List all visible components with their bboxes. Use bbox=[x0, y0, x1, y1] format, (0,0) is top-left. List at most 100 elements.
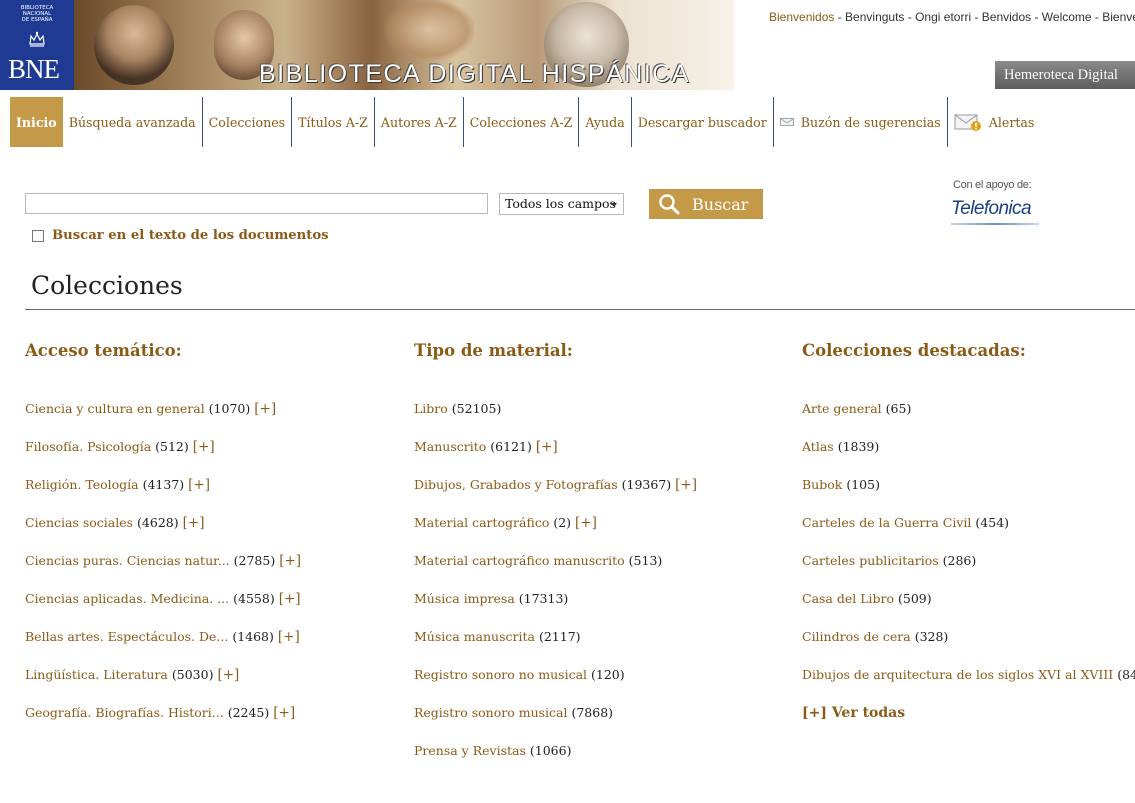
collection-link[interactable]: Filosofía. Psicología bbox=[25, 439, 151, 454]
collection-link[interactable]: Casa del Libro bbox=[802, 591, 894, 606]
alert-envelope-icon bbox=[954, 114, 981, 131]
nav-ayuda[interactable]: Ayuda bbox=[578, 97, 630, 147]
welcome-languages: Bienvenidos - Benvinguts - Ongi etorri -… bbox=[769, 10, 1135, 24]
collection-link[interactable]: Atlas bbox=[802, 439, 834, 454]
search-input[interactable] bbox=[25, 193, 488, 214]
column-colecciones-destacadas: Colecciones destacadas: Arte general (65… bbox=[802, 341, 1135, 721]
nav-autores-az[interactable]: Autores A-Z bbox=[373, 97, 463, 147]
nav-titulos-az[interactable]: Títulos A-Z bbox=[291, 97, 374, 147]
bne-logo[interactable]: BIBLIOTECA NACIONAL DE ESPAÑA BNE bbox=[0, 0, 74, 90]
welcome-first: Bienvenidos bbox=[769, 10, 835, 24]
nav-alertas[interactable]: Alertas bbox=[946, 97, 1041, 147]
search-button[interactable]: Buscar bbox=[649, 189, 763, 219]
item-count: (4628) bbox=[137, 515, 179, 530]
collection-link[interactable]: Material cartográfico bbox=[414, 515, 549, 530]
collection-link[interactable]: Prensa y Revistas bbox=[414, 743, 526, 758]
list-item: Música manuscrita (2117) bbox=[414, 629, 697, 667]
site-header: BIBLIOTECA NACIONAL DE ESPAÑA BNE BIBLIO… bbox=[0, 0, 1135, 92]
list-item: Registro sonoro no musical (120) bbox=[414, 667, 697, 705]
collection-link[interactable]: Cilindros de cera bbox=[802, 629, 911, 644]
item-count: (509) bbox=[898, 591, 932, 606]
collection-link[interactable]: Lingüística. Literatura bbox=[25, 667, 168, 682]
nav-label: Inicio bbox=[16, 114, 57, 130]
expand-link[interactable]: [+] bbox=[193, 439, 215, 455]
collection-link[interactable]: Registro sonoro musical bbox=[414, 705, 567, 720]
collection-link[interactable]: Carteles publicitarios bbox=[802, 553, 939, 568]
list-item: Carteles publicitarios (286) bbox=[802, 553, 1135, 591]
collection-link[interactable]: Dibujos de arquitectura de los siglos XV… bbox=[802, 667, 1113, 682]
column-acceso-tematico: Acceso temático: Ciencia y cultura en ge… bbox=[25, 341, 301, 721]
item-count: (848) bbox=[1117, 667, 1135, 682]
collection-link[interactable]: Material cartográfico manuscrito bbox=[414, 553, 625, 568]
collection-link[interactable]: Bubok bbox=[802, 477, 842, 492]
expand-link[interactable]: [+] bbox=[279, 591, 301, 607]
expand-link[interactable]: [+] bbox=[254, 401, 276, 417]
expand-link[interactable]: [+] bbox=[273, 705, 295, 721]
collection-link[interactable]: Ciencia y cultura en general bbox=[25, 401, 205, 416]
collection-link[interactable]: Carteles de la Guerra Civil bbox=[802, 515, 971, 530]
nav-buzon-sugerencias[interactable]: Buzón de sugerencias bbox=[772, 97, 947, 147]
nav-inicio[interactable]: Inicio bbox=[10, 97, 63, 147]
list-item: Lingüística. Literatura (5030) [+] bbox=[25, 667, 301, 705]
collection-link[interactable]: Música manuscrita bbox=[414, 629, 535, 644]
list-item: Arte general (65) bbox=[802, 401, 1135, 439]
list-item: Dibujos, Grabados y Fotografías (19367) … bbox=[414, 477, 697, 515]
nav-busqueda-avanzada[interactable]: Búsqueda avanzada bbox=[63, 97, 202, 147]
collection-link[interactable]: Ciencias puras. Ciencias natur... bbox=[25, 553, 230, 568]
collection-link[interactable]: Registro sonoro no musical bbox=[414, 667, 587, 682]
nav-colecciones[interactable]: Colecciones bbox=[201, 97, 291, 147]
item-count: (6121) bbox=[490, 439, 532, 454]
item-count: (1066) bbox=[529, 743, 572, 758]
logo-text: BNE bbox=[8, 54, 60, 84]
nav-label: Colecciones bbox=[208, 114, 286, 130]
nav-label: Ayuda bbox=[585, 114, 625, 130]
collection-link[interactable]: Bellas artes. Espectáculos. De... bbox=[25, 629, 228, 644]
expand-link[interactable]: [+] bbox=[217, 667, 239, 683]
list-item: [+] Ver todas bbox=[802, 705, 1135, 743]
fulltext-checkbox[interactable] bbox=[32, 229, 44, 242]
fulltext-label[interactable]: Buscar en el texto de los documentos bbox=[52, 228, 329, 243]
collection-link[interactable]: Arte general bbox=[802, 401, 882, 416]
nav-descargar-buscador[interactable]: Descargar buscador bbox=[630, 97, 773, 147]
nav-label: Descargar buscador bbox=[637, 114, 767, 130]
expand-link[interactable]: [+] bbox=[675, 477, 697, 493]
title-divider bbox=[25, 309, 1135, 310]
collection-link[interactable]: Ciencias sociales bbox=[25, 515, 133, 530]
item-count: (328) bbox=[914, 629, 949, 644]
list-item: Material cartográfico (2) [+] bbox=[414, 515, 697, 553]
item-count: (52105) bbox=[451, 401, 502, 416]
collection-link[interactable]: Música impresa bbox=[414, 591, 515, 606]
expand-link[interactable]: [+] bbox=[279, 553, 301, 569]
list-item: Bubok (105) bbox=[802, 477, 1135, 515]
expand-link[interactable]: [+] bbox=[575, 515, 597, 531]
collection-link[interactable]: Religión. Teología bbox=[25, 477, 139, 492]
item-count: (4137) bbox=[142, 477, 185, 492]
collection-link[interactable]: Geografía. Biografías. Histori... bbox=[25, 705, 224, 720]
telefonica-logo[interactable]: Telefonica bbox=[951, 198, 1039, 225]
page-title: Colecciones bbox=[31, 271, 183, 300]
expand-link[interactable]: [+] bbox=[188, 477, 210, 493]
nav-colecciones-az[interactable]: Colecciones A-Z bbox=[462, 97, 579, 147]
list-item: Manuscrito (6121) [+] bbox=[414, 439, 697, 477]
list-item: Cilindros de cera (328) bbox=[802, 629, 1135, 667]
list-item: Música impresa (17313) bbox=[414, 591, 697, 629]
collection-list: Ciencia y cultura en general (1070) [+] F… bbox=[25, 401, 301, 743]
collection-link[interactable]: Manuscrito bbox=[414, 439, 486, 454]
hemeroteca-digital-button[interactable]: Hemeroteca Digital bbox=[995, 61, 1135, 89]
expand-link[interactable]: [+] bbox=[183, 515, 205, 531]
chevron-down-icon bbox=[611, 203, 617, 207]
item-count: (7868) bbox=[571, 705, 614, 720]
expand-link[interactable]: [+] bbox=[278, 629, 300, 645]
list-item: Registro sonoro musical (7868) bbox=[414, 705, 697, 743]
column-tipo-material: Tipo de material: Libro (52105) Manuscrit… bbox=[414, 341, 697, 758]
search-field-select[interactable]: Todos los campos bbox=[499, 193, 624, 215]
collection-link[interactable]: Dibujos, Grabados y Fotografías bbox=[414, 477, 618, 492]
collection-link[interactable]: Libro bbox=[414, 401, 448, 416]
item-count: (512) bbox=[155, 439, 189, 454]
list-item: Casa del Libro (509) bbox=[802, 591, 1135, 629]
search-icon bbox=[659, 194, 680, 215]
item-count: (454) bbox=[975, 515, 1010, 530]
see-all-link[interactable]: [+] Ver todas bbox=[802, 705, 905, 721]
collection-link[interactable]: Ciencias aplicadas. Medicina. ... bbox=[25, 591, 229, 606]
expand-link[interactable]: [+] bbox=[536, 439, 558, 455]
